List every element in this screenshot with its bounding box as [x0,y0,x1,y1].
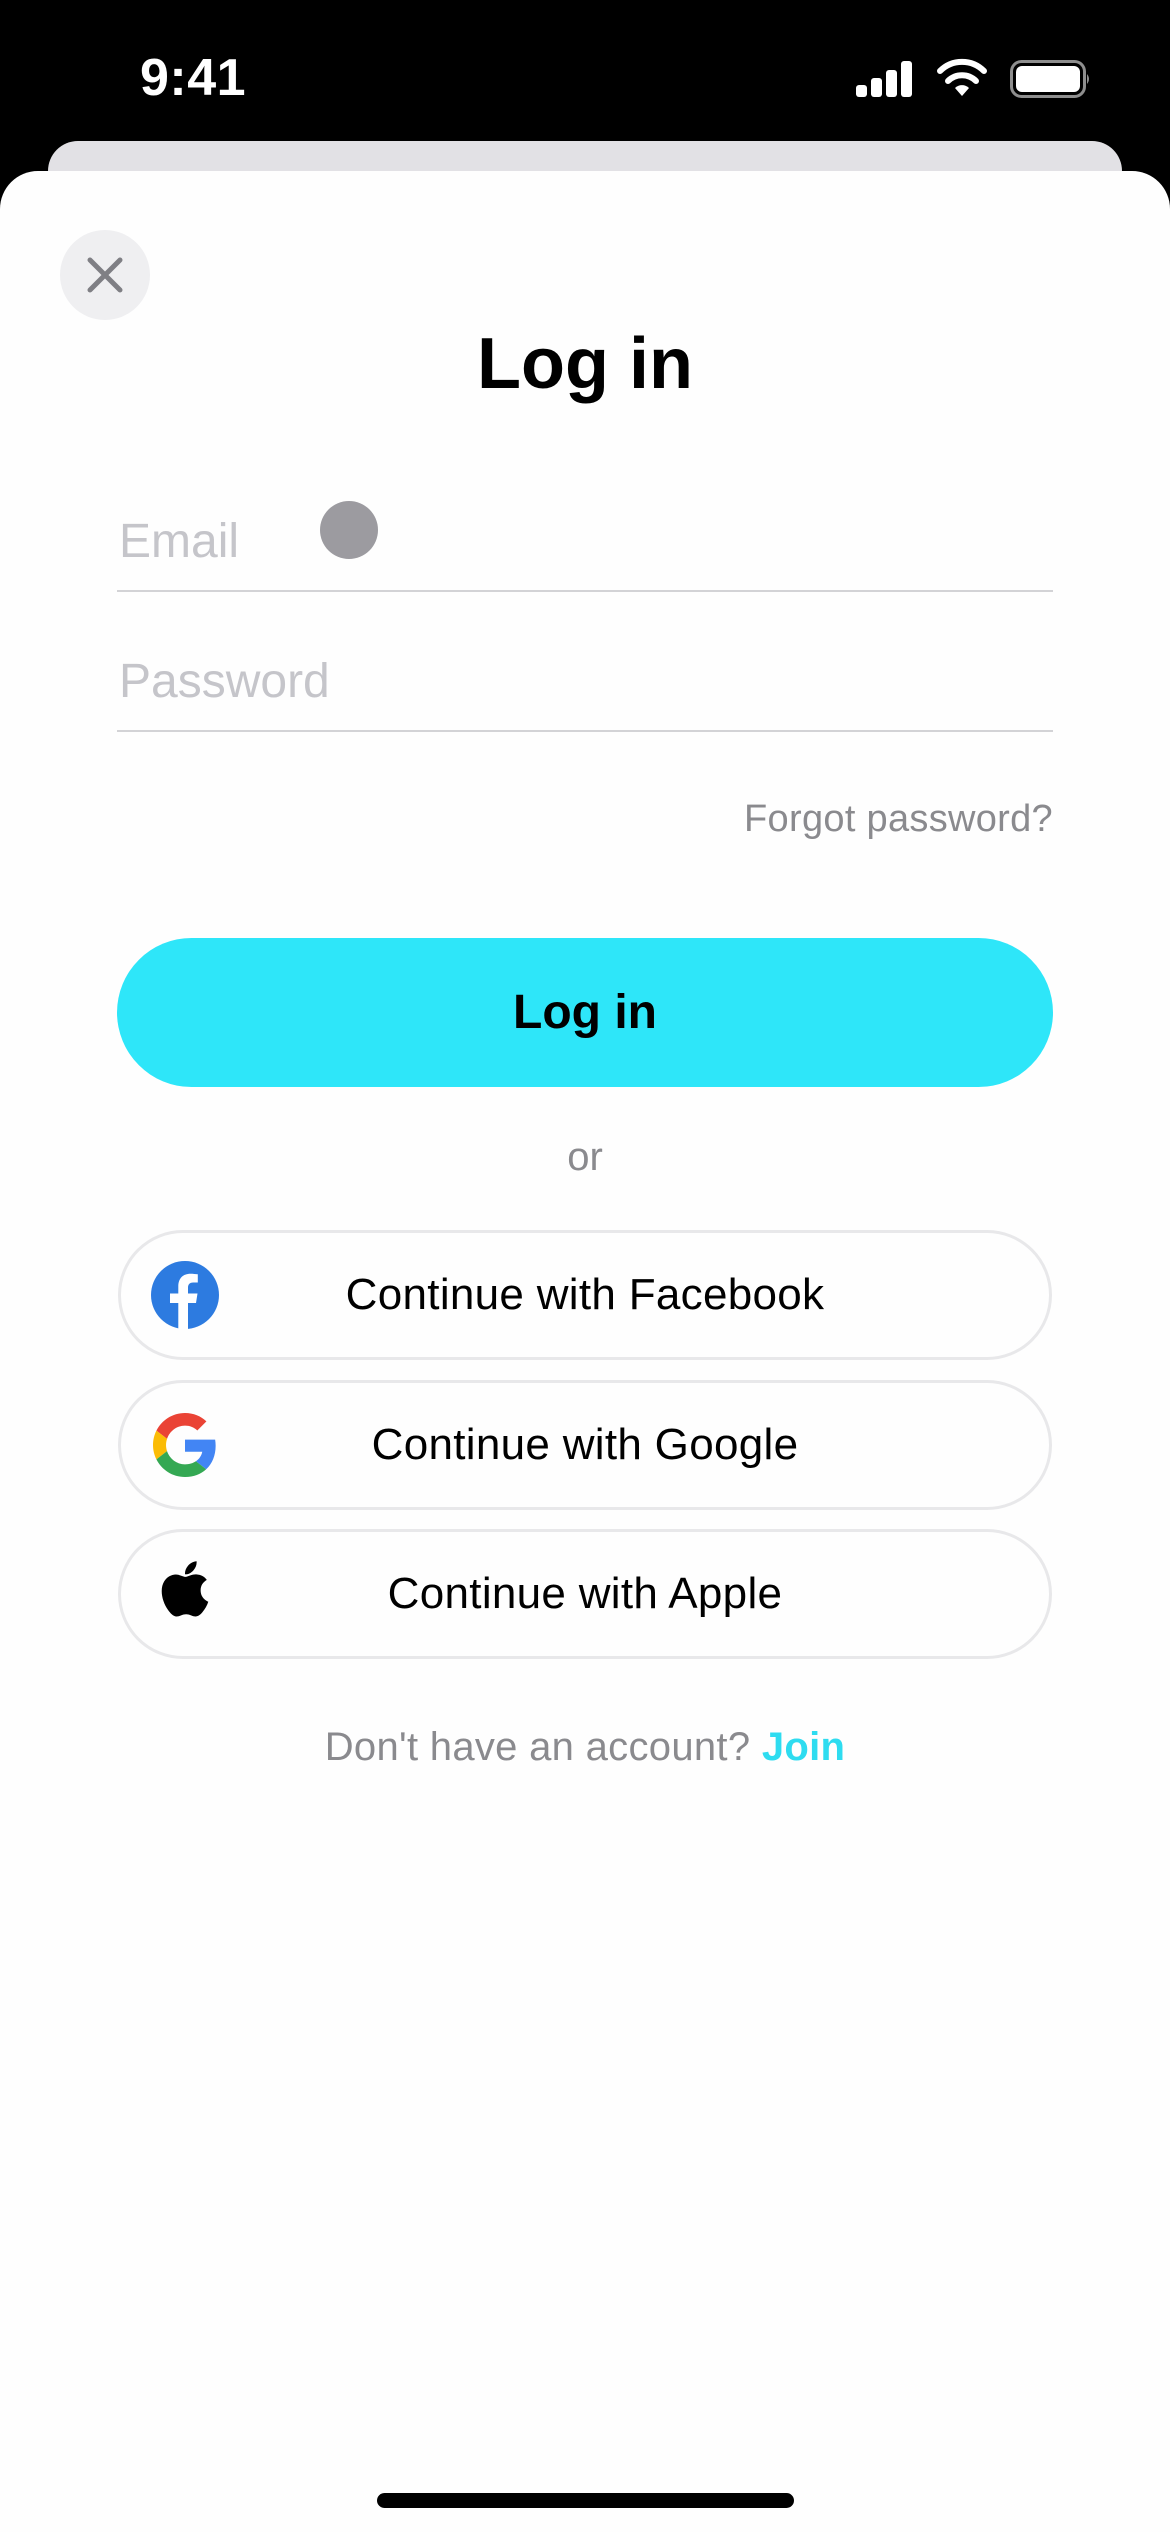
close-icon [87,257,123,293]
join-link[interactable]: Join [762,1725,845,1769]
signup-prompt: Don't have an account? Join [0,1722,1170,1772]
login-button-label: Log in [513,986,657,1039]
password-input[interactable] [117,632,1053,730]
cellular-signal-icon [856,59,914,97]
continue-with-apple-button[interactable]: Continue with Apple [118,1529,1052,1659]
login-button[interactable]: Log in [117,938,1053,1087]
page-title: Log in [477,324,693,404]
close-button[interactable] [60,230,150,320]
continue-with-facebook-button[interactable]: Continue with Facebook [118,1230,1052,1360]
status-time: 9:41 [140,49,247,107]
signup-prompt-text: Don't have an account? [324,1725,751,1769]
email-input[interactable] [117,492,1053,590]
or-divider: or [567,1135,603,1179]
battery-icon [1010,60,1089,98]
home-indicator[interactable] [377,2493,794,2508]
touch-indicator [320,501,378,559]
wifi-icon [937,58,987,96]
continue-with-google-button[interactable]: Continue with Google [118,1380,1052,1510]
forgot-password-link[interactable]: Forgot password? [744,795,1053,843]
facebook-button-label: Continue with Facebook [345,1270,825,1319]
apple-button-label: Continue with Apple [387,1569,783,1618]
password-field[interactable] [117,632,1053,732]
email-field[interactable] [117,492,1053,592]
google-button-label: Continue with Google [371,1420,799,1469]
